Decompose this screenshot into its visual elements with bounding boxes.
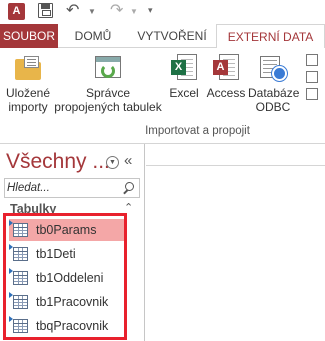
saved-imports-icon [13, 54, 43, 82]
tab-create[interactable]: VYTVOŘENÍ [128, 24, 216, 48]
linked-table-icon [9, 316, 28, 333]
ribbon-tabs: SOUBOR DOMŮ VYTVOŘENÍ EXTERNÍ DATA [0, 24, 325, 49]
excel-icon: X [169, 54, 199, 82]
linked-table-manager-button[interactable]: Správce propojených tabulek [54, 54, 162, 114]
redo-icon[interactable]: ↷ [110, 3, 123, 19]
save-icon[interactable] [38, 3, 53, 18]
saved-imports-button[interactable]: Uložené importy [2, 54, 54, 114]
tables-list: tb0Params tb1Deti tb1Oddeleni tb1Pracovn… [3, 213, 127, 340]
nav-pane-title[interactable]: Všechny ... [6, 150, 110, 174]
odbc-label-1: Databáze [248, 86, 300, 100]
linked-manager-label-1: Správce [85, 86, 131, 100]
undo-icon[interactable]: ↶ [66, 3, 79, 19]
customize-qat-icon[interactable]: ▾ [148, 3, 153, 17]
linked-table-icon [9, 268, 28, 285]
search-icon[interactable] [122, 181, 135, 196]
odbc-database-icon [258, 54, 288, 82]
navigation-pane: Všechny ... ▼ « Tabulky ⌃ tb0Params tb1D… [0, 144, 145, 341]
chevron-down-icon[interactable]: ▼ [106, 156, 119, 169]
saved-imports-label-2: importy [8, 100, 48, 114]
excel-label: Excel [169, 86, 199, 100]
item-label: tb1Oddeleni [36, 271, 104, 285]
list-item[interactable]: tb1Deti [9, 243, 124, 265]
collapse-pane-icon[interactable]: « [124, 152, 132, 169]
more-import-button[interactable] [304, 88, 325, 101]
item-label: tb1Deti [36, 247, 76, 261]
access-label: Access [206, 86, 246, 100]
item-label: tb1Pracovnik [36, 295, 109, 309]
ribbon: Uložené importy Správce propojených tabu… [0, 48, 325, 144]
xml-file-icon [306, 71, 318, 83]
redo-dropdown-icon[interactable]: ▼ [130, 7, 138, 16]
linked-table-manager-icon [93, 54, 123, 82]
access-app-icon[interactable]: A [8, 3, 25, 20]
more-import-options [304, 54, 325, 105]
odbc-database-button[interactable]: Databáze ODBC [248, 54, 300, 114]
list-item[interactable]: tbqPracovnik [9, 315, 124, 337]
workspace [146, 144, 325, 341]
more-icon [306, 88, 318, 100]
access-import-button[interactable]: A Access [204, 54, 248, 100]
excel-import-button[interactable]: X Excel [166, 54, 202, 100]
tab-file[interactable]: SOUBOR [0, 24, 58, 48]
quick-access-toolbar: A ↶ ▼ ↷ ▼ ▾ [0, 0, 325, 24]
list-item[interactable]: tb1Oddeleni [9, 267, 124, 289]
list-item[interactable]: tb1Pracovnik [9, 291, 124, 313]
search-box [4, 178, 140, 198]
linked-manager-label-2: propojených tabulek [54, 100, 162, 114]
linked-table-icon [9, 220, 28, 237]
document-tab-strip [146, 144, 325, 166]
xml-import-button[interactable] [304, 71, 325, 84]
linked-table-icon [9, 244, 28, 261]
odbc-label-2: ODBC [255, 100, 291, 114]
saved-imports-label-1: Uložené [5, 86, 51, 100]
text-file-icon [306, 54, 318, 66]
access-icon: A [211, 54, 241, 82]
undo-dropdown-icon[interactable]: ▼ [88, 7, 96, 16]
tab-home[interactable]: DOMŮ [58, 24, 128, 48]
text-file-import-button[interactable] [304, 54, 325, 67]
item-label: tbqPracovnik [36, 319, 109, 333]
search-input[interactable] [7, 180, 119, 196]
tab-external-data[interactable]: EXTERNÍ DATA [216, 24, 325, 49]
nav-pane-header[interactable]: Všechny ... ▼ « [0, 144, 145, 178]
item-label: tb0Params [36, 223, 97, 237]
group-label-import-link: Importovat a propojit [145, 125, 250, 137]
list-item[interactable]: tb0Params [9, 219, 124, 241]
linked-table-icon [9, 292, 28, 309]
